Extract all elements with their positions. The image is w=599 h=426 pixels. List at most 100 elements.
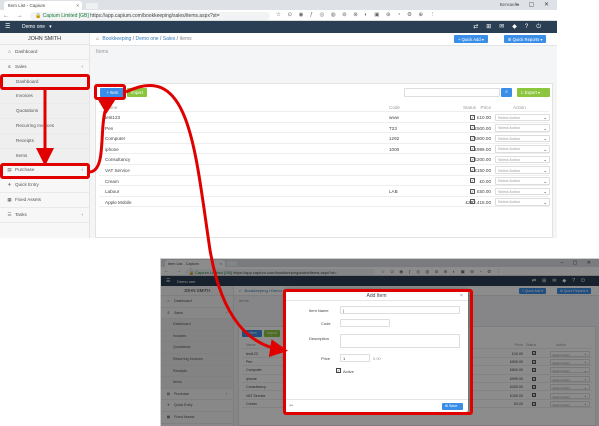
action-select[interactable]: Select Action ⌄	[495, 145, 550, 153]
item-code: www	[389, 115, 399, 120]
import-button[interactable]: Import	[127, 88, 147, 97]
sidebar-item-label: Receipts	[16, 137, 34, 143]
action-select[interactable]: Select Action ⌄	[495, 113, 550, 121]
action-select[interactable]: Select Action ⌄	[495, 166, 550, 174]
active-checkbox[interactable]: ✓	[336, 368, 341, 373]
table-row[interactable]: Cream £0.00 ✓ Select Action ⌄	[99, 176, 550, 187]
table-row[interactable]: Computer 1292 £800.00 ✓ Select Action ⌄	[99, 133, 550, 144]
breadcrumb-sales[interactable]: Sales	[163, 36, 176, 42]
table-header: Name Code Price Status Action	[99, 102, 549, 112]
back-icon[interactable]: ⇦	[289, 403, 293, 409]
table-row[interactable]: iphone 1000 £999.00 ✓ Select Action ⌄	[99, 144, 550, 155]
item-name[interactable]: test123	[105, 115, 120, 120]
new-tab-button[interactable]	[86, 3, 98, 9]
sidebar-item-items-sub[interactable]: Items	[0, 148, 89, 164]
status-checkbox[interactable]: ✓	[470, 156, 475, 162]
table-row[interactable]: test123 www £10.00 ✓ Select Action ⌄	[99, 112, 550, 123]
company-switcher[interactable]: Demo one ▾	[22, 24, 52, 30]
modal-title: Add Item	[366, 293, 387, 299]
export-button[interactable]: ⇩ Export ▾	[517, 88, 550, 97]
status-checkbox[interactable]: ✓	[470, 188, 475, 194]
item-price: £252,415.00	[465, 199, 491, 205]
status-checkbox[interactable]: ✓	[470, 135, 475, 141]
sidebar: JOHN SMITH ⌂ Dashboard £ Sales ‹ Dashboard Inv…	[0, 33, 90, 238]
sidebar-item-quick-entry[interactable]: ✈ Quick Entry	[0, 178, 89, 193]
add-item-button[interactable]: + Item	[100, 88, 125, 97]
url-input[interactable]: 🔒 Capium Limited [GB] https://app.capium…	[30, 11, 270, 20]
item-name[interactable]: Labour	[105, 189, 119, 194]
action-select[interactable]: Select Action ⌄	[495, 177, 550, 185]
sidebar-item-quotations-sub[interactable]: Quotations	[0, 104, 89, 119]
chevron-down-icon: ⌄	[543, 167, 547, 173]
quick-reports-button[interactable]: ⊞ Quick Reports ▾	[504, 35, 547, 43]
sidebar-item-receipts-sub[interactable]: Receipts	[0, 133, 89, 149]
chevron-down-icon: ⌄	[543, 146, 547, 152]
action-select[interactable]: Select Action ⌄	[495, 198, 550, 206]
item-name[interactable]: VAT Service	[105, 168, 130, 173]
item-name[interactable]: iphone	[105, 147, 119, 152]
header-name[interactable]: Name	[105, 105, 117, 110]
action-select[interactable]: Select Action ⌄	[495, 155, 550, 164]
tab-title: Item List - Capium	[8, 3, 46, 8]
extension-icons[interactable]: ☆ ⊙ ◉ ƒ ◎ ◍ ⊚ ⊗ ◐ ▣ ⊛ ◔ ⚙ ⊕ ⋮	[276, 12, 438, 18]
home-icon[interactable]: ⌂	[96, 36, 99, 42]
app-topbar: ☰ Demo one ▾ ⇄⊞✉◆?⏻	[0, 21, 557, 33]
sidebar-item-sales[interactable]: £ Sales ‹	[0, 60, 89, 75]
table-row[interactable]: Apple Mobile £252,415.00 ✓ Select Action ⌄	[99, 197, 550, 208]
item-name-field[interactable]: |	[340, 306, 460, 314]
action-select[interactable]: Select Action ⌄	[495, 187, 550, 196]
item-name[interactable]: Apple Mobile	[105, 200, 132, 205]
window-controls[interactable]: – ▢ ✕	[516, 1, 553, 8]
price-suffix: 0.00	[373, 356, 381, 361]
header-status[interactable]: Status	[463, 105, 476, 110]
status-checkbox[interactable]: ✓	[470, 114, 475, 120]
table-row[interactable]: Pen T23 £500.00 ✓ Select Action ⌄	[99, 123, 550, 134]
status-checkbox[interactable]: ✓	[470, 125, 475, 131]
header-code[interactable]: Code	[389, 105, 400, 110]
sidebar-item-fixed-assets[interactable]: ▦ Fixed Assets	[0, 193, 89, 208]
sidebar-item-purchase[interactable]: ▤ Purchase ‹	[0, 163, 89, 179]
table-row[interactable]: Consultancy £200.00 ✓ Select Action ⌄	[99, 154, 550, 165]
close-icon[interactable]: ×	[460, 293, 463, 299]
menu-icon[interactable]: ☰	[5, 23, 10, 30]
table-row[interactable]: Labour LAB £50.00 ✓ Select Action ⌄	[99, 186, 550, 197]
browser-tab[interactable]: Item List - Capium ×	[4, 1, 82, 10]
item-name[interactable]: Cream	[105, 179, 119, 184]
search-icon[interactable]: ⌕	[501, 88, 512, 97]
item-name[interactable]: Computer	[105, 136, 125, 141]
add-item-modal: Add Item × Item Name | Code Description …	[285, 290, 468, 412]
status-checkbox[interactable]: ✓	[470, 146, 475, 152]
status-checkbox[interactable]: ✓	[470, 167, 475, 173]
item-name[interactable]: Consultancy	[105, 157, 130, 162]
breadcrumb-company[interactable]: Demo one	[136, 36, 159, 42]
item-price: £150.00	[474, 167, 491, 173]
price-field[interactable]: 1	[340, 354, 370, 362]
quick-add-button[interactable]: + Quick Add ▾	[454, 35, 488, 43]
breadcrumb-items: Items	[179, 36, 192, 42]
item-name[interactable]: Pen	[105, 126, 113, 131]
sidebar-item-invoices-sub[interactable]: Invoices	[0, 89, 89, 105]
code-field[interactable]	[340, 319, 390, 327]
item-price: £800.00	[474, 136, 491, 142]
user-name: JOHN SMITH	[0, 33, 89, 45]
status-checkbox[interactable]: ✓	[470, 178, 475, 184]
items-panel: + Item Import ⌕ ⇩ Export ▾ Name Code Pri…	[95, 83, 553, 238]
sidebar-item-dashboard-sub[interactable]: Dashboard	[0, 74, 89, 90]
save-button[interactable]: ⊞ Save	[442, 403, 463, 410]
sidebar-item-label: Quick Entry	[15, 182, 39, 188]
breadcrumb-bookkeeping[interactable]: Bookkeeping	[102, 36, 131, 42]
sidebar-item-tasks[interactable]: ☰Tasks ‹	[0, 208, 89, 223]
search-input[interactable]	[404, 88, 500, 97]
topbar-icons[interactable]: ⇄⊞✉◆?⏻	[473, 23, 549, 31]
table-row[interactable]: VAT Service £150.00 ✓ Select Action ⌄	[99, 165, 550, 176]
currency-icon: £	[8, 63, 11, 69]
action-select[interactable]: Select Action ⌄	[495, 124, 550, 132]
breadcrumb: ⌂ Bookkeeping / Demo one / Sales / Items…	[90, 33, 557, 46]
action-select[interactable]: Select Action ⌄	[495, 134, 550, 143]
tab-close-icon[interactable]: ×	[76, 3, 79, 8]
sidebar-item-recurring-invoices-sub[interactable]: Recurring Invoices	[0, 118, 89, 134]
home-icon: ⌂	[8, 49, 11, 54]
sidebar-item-dashboard[interactable]: ⌂ Dashboard	[0, 45, 89, 60]
status-checkbox[interactable]: ✓	[470, 199, 475, 205]
description-field[interactable]	[340, 334, 460, 348]
